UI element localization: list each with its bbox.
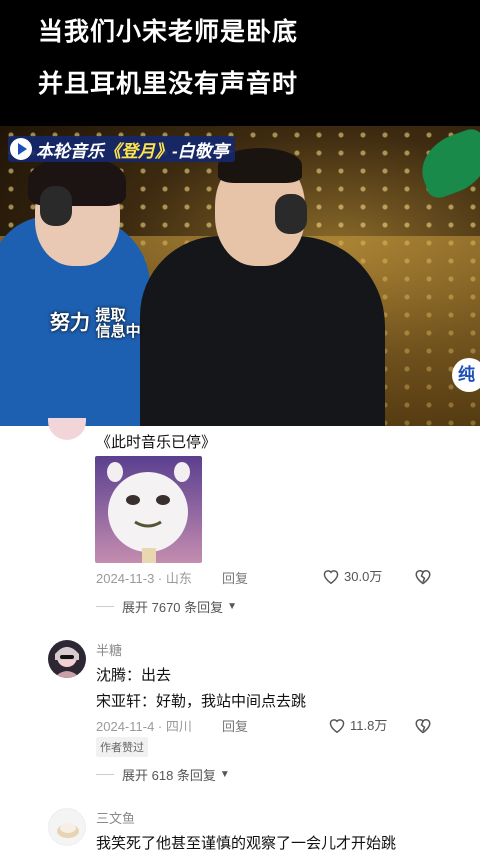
expand-replies[interactable]: 展开 618 条回复 ▼ xyxy=(96,765,230,784)
effort-overlay: 努力 提取 信息中 xyxy=(50,306,141,340)
broken-heart-icon[interactable] xyxy=(414,716,432,734)
avatar-image xyxy=(54,647,80,678)
play-icon xyxy=(10,138,32,160)
effort-sub-2: 信息中 xyxy=(95,322,141,340)
banner-prefix: 本轮音乐 xyxy=(36,141,104,161)
divider xyxy=(96,774,114,775)
avatar-image xyxy=(57,823,79,838)
comment-line-1: 沈腾：出去 xyxy=(96,667,172,684)
like-button[interactable]: 11.8万 xyxy=(328,715,387,734)
divider xyxy=(96,606,114,607)
headphone-left xyxy=(40,186,72,226)
expand-label: 展开 7670 条回复 xyxy=(122,600,224,615)
comment-date: 2024-11-3 · 山东 xyxy=(96,571,192,586)
reply-button[interactable]: 回复 xyxy=(222,716,248,735)
comment-line-2: 宋亚轩：好勒，我站中间点去跳 xyxy=(96,693,307,710)
caption-area: 当我们小宋老师是卧底 并且耳机里没有声音时 xyxy=(0,0,480,126)
expand-replies[interactable]: 展开 7670 条回复 ▼ xyxy=(96,597,237,616)
sticker-image[interactable] xyxy=(95,456,202,563)
avatar[interactable] xyxy=(48,418,86,440)
headphone-right xyxy=(275,194,307,234)
effort-sub-1: 提取 xyxy=(95,306,126,324)
like-count: 30.0万 xyxy=(344,569,383,584)
expand-label: 展开 618 条回复 xyxy=(122,768,216,783)
music-banner: 本轮音乐 《登月》 -白敬亭 xyxy=(8,136,235,162)
chevron-down-icon: ▼ xyxy=(227,601,238,612)
like-count: 11.8万 xyxy=(350,718,388,733)
reply-button[interactable]: 回复 xyxy=(222,568,248,587)
comment-text: 我笑死了他甚至谨慎的观察了一会儿才开始跳 xyxy=(96,835,397,852)
author-liked-badge: 作者赞过 xyxy=(96,737,148,757)
caption-line-1: 当我们小宋老师是卧底 xyxy=(38,18,299,46)
video-player[interactable]: 本轮音乐 《登月》 -白敬亭 努力 提取 信息中 纯 xyxy=(0,126,480,426)
avatar[interactable] xyxy=(48,808,86,846)
chevron-down-icon: ▼ xyxy=(219,769,230,780)
banner-artist: -白敬亭 xyxy=(172,141,229,161)
comment-text: 《此时音乐已停》 xyxy=(96,434,217,451)
like-button[interactable]: 30.0万 xyxy=(322,566,382,585)
effort-main: 努力 xyxy=(50,312,90,334)
banner-song: 《登月》 xyxy=(104,141,172,161)
comment-date: 2024-11-4 · 四川 xyxy=(96,719,192,734)
username[interactable]: 三文鱼 xyxy=(96,808,135,827)
avatar[interactable] xyxy=(48,640,86,678)
username[interactable]: 半糖 xyxy=(96,640,122,659)
caption-line-2: 并且耳机里没有声音时 xyxy=(38,70,299,98)
heart-icon xyxy=(329,718,345,733)
heart-icon xyxy=(323,569,339,584)
broken-heart-icon[interactable] xyxy=(414,567,432,585)
side-badge[interactable]: 纯 xyxy=(452,358,480,392)
sticker-face-icon xyxy=(107,462,190,563)
